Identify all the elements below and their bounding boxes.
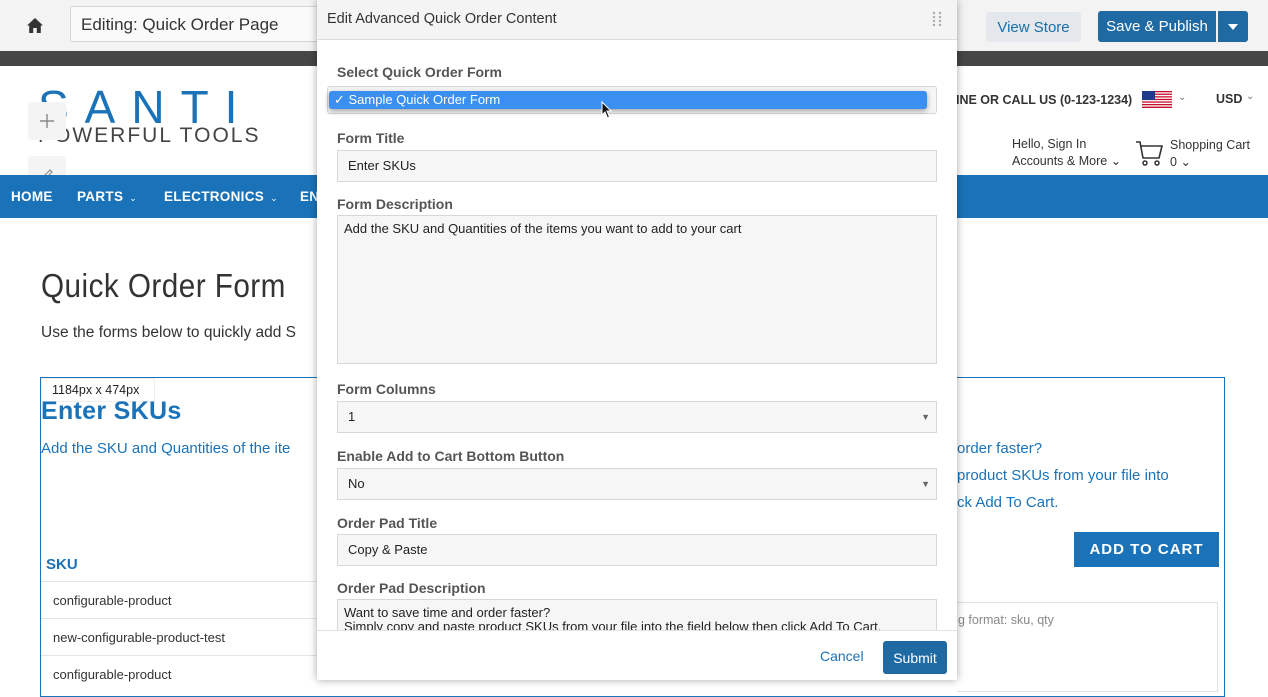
table-row[interactable]: configurable-product bbox=[41, 655, 319, 691]
page-title: Quick Order Form bbox=[41, 267, 286, 304]
chevron-down-icon: ⌄ bbox=[1110, 154, 1122, 168]
form-description: Add the SKU and Quantities of the ite bbox=[41, 440, 291, 457]
store-logo-tagline: POWERFUL TOOLS bbox=[38, 124, 261, 147]
order-pad-text-line: product SKUs from your file into bbox=[957, 467, 1169, 484]
cart-count-value: 0 bbox=[1170, 155, 1177, 169]
sku-column-header: SKU bbox=[46, 556, 78, 573]
modal-header: Edit Advanced Quick Order Content bbox=[317, 0, 957, 40]
form-description-textarea[interactable]: Add the SKU and Quantities of the items … bbox=[337, 215, 937, 364]
chevron-down-icon: ⌄ bbox=[129, 193, 138, 203]
save-publish-button[interactable]: Save & Publish bbox=[1098, 11, 1216, 42]
caret-down-icon bbox=[1228, 23, 1238, 30]
chevron-down-icon: ⌄ bbox=[270, 193, 278, 203]
sign-in-link[interactable]: Hello, Sign In bbox=[1012, 137, 1086, 151]
cancel-button[interactable]: Cancel bbox=[820, 648, 864, 664]
order-pad-placeholder: g format: sku, qty bbox=[958, 613, 1054, 627]
nav-item-parts[interactable]: PARTS ⌄ bbox=[77, 189, 137, 204]
page-subtitle: Use the forms below to quickly add S bbox=[41, 324, 297, 341]
nav-item-electronics[interactable]: ELECTRONICS ⌄ bbox=[164, 189, 278, 204]
home-button[interactable] bbox=[14, 12, 56, 38]
form-description-label: Form Description bbox=[337, 196, 453, 212]
form-title-label: Form Title bbox=[337, 130, 405, 146]
add-to-cart-button[interactable]: ADD TO CART bbox=[1074, 532, 1219, 567]
dropdown-option-selected[interactable]: ✓ Sample Quick Order Form bbox=[329, 91, 927, 109]
view-store-button[interactable]: View Store bbox=[986, 12, 1081, 42]
chevron-down-icon: ⌄ bbox=[1246, 91, 1255, 102]
form-columns-label: Form Columns bbox=[337, 381, 436, 397]
form-heading: Enter SKUs bbox=[41, 397, 182, 425]
bottom-button-value: No bbox=[348, 476, 365, 491]
order-pad-description-label: Order Pad Description bbox=[337, 580, 486, 596]
mouse-cursor-icon bbox=[601, 101, 613, 119]
shopping-cart-icon[interactable] bbox=[1134, 138, 1164, 168]
us-flag-icon[interactable] bbox=[1142, 91, 1172, 108]
modal-footer: Cancel Submit bbox=[317, 630, 957, 680]
select-arrow-icon: ▼ bbox=[921, 412, 930, 422]
nav-label: PARTS bbox=[77, 189, 124, 204]
submit-button[interactable]: Submit bbox=[883, 641, 947, 674]
drag-handle-icon[interactable] bbox=[931, 10, 943, 28]
select-form-label: Select Quick Order Form bbox=[337, 64, 502, 80]
cart-count[interactable]: 0 ⌄ bbox=[1170, 154, 1191, 169]
accounts-menu[interactable]: Accounts & More ⌄ bbox=[1012, 153, 1121, 168]
call-us-text: INE OR CALL US (0-123-1234) bbox=[956, 93, 1133, 107]
cart-label[interactable]: Shopping Cart bbox=[1170, 138, 1250, 152]
editing-title-field[interactable]: Editing: Quick Order Page bbox=[70, 6, 330, 42]
currency-switcher[interactable]: USD bbox=[1216, 92, 1242, 106]
nav-item-home[interactable]: HOME bbox=[11, 189, 53, 204]
accounts-label: Accounts & More bbox=[1012, 154, 1108, 168]
publish-options-button[interactable] bbox=[1218, 11, 1248, 42]
bottom-button-select[interactable]: No ▼ bbox=[337, 468, 937, 500]
bottom-button-label: Enable Add to Cart Bottom Button bbox=[337, 448, 565, 464]
order-pad-text-line: order faster? bbox=[957, 440, 1043, 457]
form-columns-select[interactable]: 1 ▼ bbox=[337, 401, 937, 433]
order-pad-title-input[interactable]: Copy & Paste bbox=[337, 534, 937, 566]
order-pad-title-label: Order Pad Title bbox=[337, 515, 438, 531]
plus-icon bbox=[40, 114, 54, 128]
add-block-button[interactable] bbox=[28, 102, 66, 140]
form-title-input[interactable]: Enter SKUs bbox=[337, 150, 937, 182]
order-pad-text-line: ck Add To Cart. bbox=[957, 494, 1059, 511]
nav-label: ELECTRONICS bbox=[164, 189, 265, 204]
chevron-down-icon: ⌄ bbox=[1178, 92, 1187, 103]
modal-title: Edit Advanced Quick Order Content bbox=[327, 11, 557, 27]
select-arrow-icon: ▼ bbox=[921, 479, 930, 489]
chevron-down-icon: ⌄ bbox=[1180, 155, 1191, 169]
table-row[interactable]: configurable-product bbox=[41, 581, 319, 617]
table-row[interactable]: new-configurable-product-test bbox=[41, 618, 319, 654]
home-icon bbox=[27, 17, 43, 33]
edit-content-modal: Edit Advanced Quick Order Content Select… bbox=[317, 0, 957, 680]
form-columns-value: 1 bbox=[348, 409, 356, 424]
